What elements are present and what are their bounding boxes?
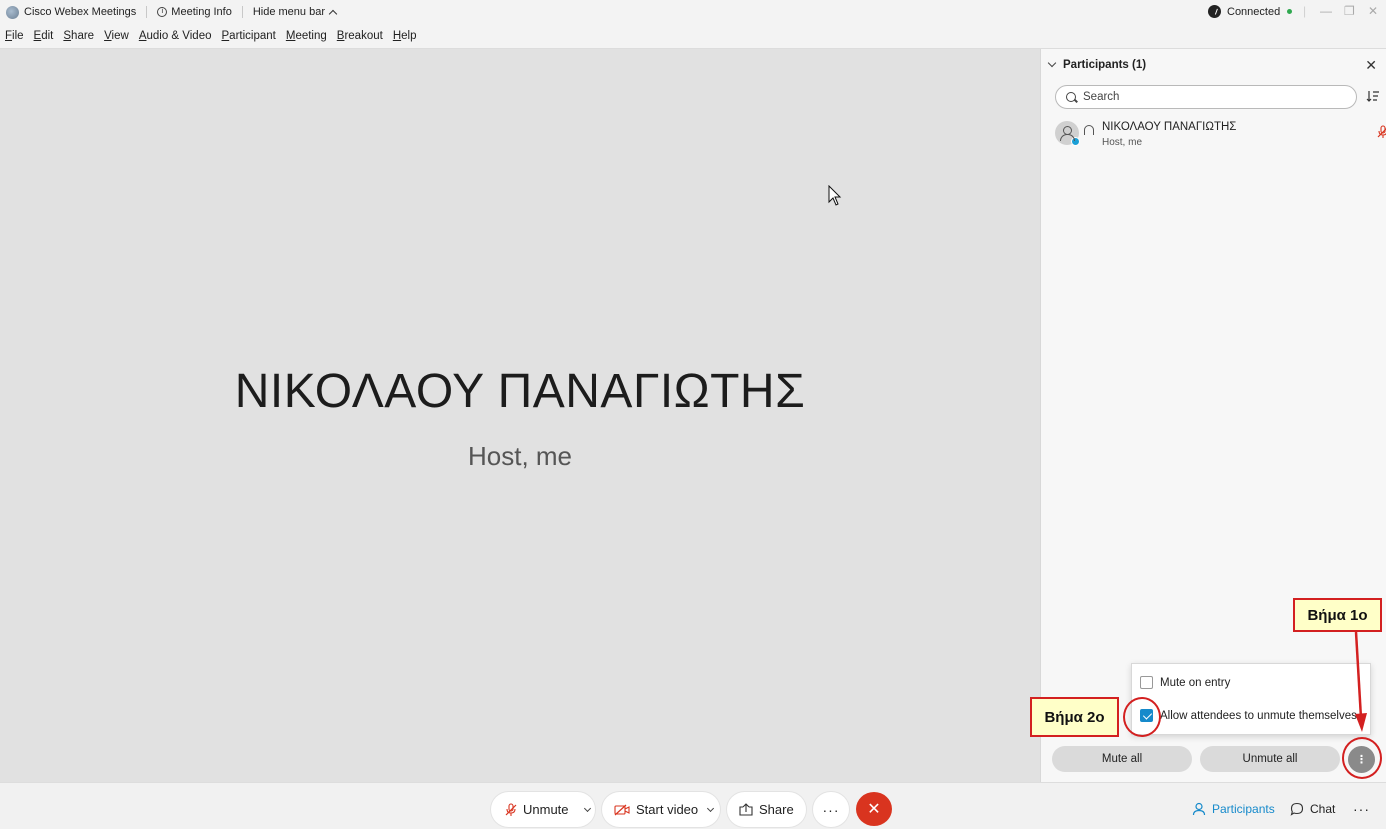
connection-status-label: Connected <box>1227 5 1281 18</box>
menu-participant[interactable]: Participant <box>222 30 276 42</box>
highlight-circle-step2 <box>1123 697 1161 737</box>
menu-file-accel: F <box>5 30 13 42</box>
connection-dot-icon <box>1287 9 1293 14</box>
chevron-up-icon <box>328 9 338 18</box>
meeting-info-button[interactable]: i Meeting Info <box>157 6 232 18</box>
participants-toolbar-button[interactable]: Participants <box>1192 794 1275 824</box>
chat-button[interactable]: Chat <box>1290 794 1335 824</box>
menu-view-label: iew <box>111 30 129 42</box>
menu-bar: File Edit Share View Audio & Video Parti… <box>0 24 1386 49</box>
menu-file-label: ile <box>12 30 24 42</box>
video-stage[interactable]: ΝΙΚΟΛΑΟΥ ΠΑΝΑΓΙΩΤΗΣ Host, me <box>0 49 1040 782</box>
mute-on-entry-option[interactable]: Mute on entry <box>1140 676 1230 689</box>
muted-microphone-icon <box>505 802 517 816</box>
callout-step1: Βήμα 1ο <box>1293 598 1382 632</box>
title-separator <box>241 6 243 18</box>
unmute-all-button[interactable]: Unmute all <box>1200 746 1340 772</box>
share-icon <box>739 803 753 816</box>
mute-all-button[interactable]: Mute all <box>1052 746 1192 772</box>
menu-meeting-label: eeting <box>295 30 327 42</box>
close-icon: ✕ <box>867 801 881 818</box>
participants-icon <box>1192 802 1206 816</box>
connection-icon <box>1208 5 1221 18</box>
menu-help[interactable]: Help <box>393 30 417 42</box>
connection-status[interactable]: Connected <box>1208 5 1293 18</box>
info-icon: i <box>157 7 168 17</box>
mute-on-entry-label: Mute on entry <box>1160 676 1231 689</box>
chat-label: Chat <box>1310 802 1336 816</box>
unmute-button[interactable]: Unmute <box>491 792 595 827</box>
more-toolbar-button[interactable]: ··· <box>813 792 849 827</box>
more-icon: ··· <box>1353 801 1370 817</box>
hide-menu-bar-button[interactable]: Hide menu bar <box>252 6 338 18</box>
menu-view-accel: V <box>104 30 112 42</box>
minimize-icon[interactable]: — <box>1320 4 1332 18</box>
menu-audio-video-label: udio & Video <box>146 30 212 42</box>
participant-search[interactable] <box>1055 85 1357 109</box>
menu-share[interactable]: Share <box>63 30 94 42</box>
participant-options-popover: Mute on entry Allow attendees to unmute … <box>1131 663 1371 735</box>
participant-row[interactable]: ΝΙΚΟΛΑΟΥ ΠΑΝΑΓΙΩΤΗΣ Host, me <box>1055 119 1386 151</box>
chevron-down-icon <box>1047 58 1057 68</box>
callout-step2: Βήμα 2ο <box>1030 697 1119 737</box>
close-window-icon[interactable]: ✕ <box>1368 4 1378 18</box>
start-video-button[interactable]: Start video <box>602 792 720 827</box>
share-button[interactable]: Share <box>727 792 806 827</box>
menu-view[interactable]: View <box>104 30 129 42</box>
participants-panel-title: Participants (1) <box>1063 59 1147 71</box>
menu-edit-label: dit <box>41 30 54 42</box>
menu-meeting[interactable]: Meeting <box>286 30 327 42</box>
search-input[interactable] <box>1083 91 1343 103</box>
headset-icon <box>1084 125 1094 135</box>
more-right-button[interactable]: ··· <box>1353 794 1370 824</box>
title-separator: | <box>1303 4 1307 18</box>
participant-name: ΝΙΚΟΛΑΟΥ ΠΑΝΑΓΙΩΤΗΣ <box>1102 121 1237 133</box>
search-icon <box>1066 92 1076 102</box>
participants-toolbar-label: Participants <box>1212 802 1275 816</box>
title-bar: Cisco Webex Meetings i Meeting Info Hide… <box>0 0 1386 24</box>
menu-share-accel: S <box>63 30 72 42</box>
maximize-icon[interactable]: ❐ <box>1344 4 1355 18</box>
sort-icon[interactable] <box>1366 89 1380 103</box>
menu-breakout-label: reakout <box>344 30 383 42</box>
menu-meeting-accel: M <box>285 30 296 42</box>
chat-icon <box>1290 802 1304 816</box>
more-icon: ··· <box>822 801 840 818</box>
chevron-down-icon[interactable] <box>583 804 591 812</box>
menu-edit[interactable]: Edit <box>34 30 54 42</box>
highlight-circle-step1 <box>1342 737 1382 779</box>
mouse-cursor-icon <box>828 185 842 206</box>
menu-breakout[interactable]: Breakout <box>337 30 383 42</box>
app-title: Cisco Webex Meetings <box>24 6 137 18</box>
stage-participant-name: ΝΙΚΟΛΑΟΥ ΠΑΝΑΓΙΩΤΗΣ <box>234 365 806 418</box>
unmute-label: Unmute <box>523 802 569 817</box>
start-video-label: Start video <box>636 802 699 817</box>
webex-logo-icon <box>6 5 19 19</box>
end-meeting-button[interactable]: ✕ <box>856 792 892 826</box>
menu-help-accel: H <box>392 30 402 42</box>
menu-share-label: hare <box>71 30 95 42</box>
video-off-icon <box>614 804 630 815</box>
menu-file[interactable]: File <box>5 30 24 42</box>
menu-help-label: elp <box>401 30 417 42</box>
status-badge-icon <box>1071 137 1080 146</box>
participant-role: Host, me <box>1102 137 1143 148</box>
chevron-down-icon[interactable] <box>707 804 715 812</box>
allow-unmute-label: Allow attendees to unmute themselves <box>1160 709 1357 722</box>
menu-audio-video[interactable]: Audio & Video <box>139 30 212 42</box>
mute-on-entry-checkbox[interactable] <box>1140 676 1153 689</box>
share-label: Share <box>759 802 794 817</box>
title-separator <box>146 6 148 18</box>
menu-participant-label: articipant <box>229 30 276 42</box>
avatar <box>1055 121 1080 146</box>
close-icon[interactable]: ✕ <box>1365 57 1377 74</box>
hide-menu-bar-label: Hide menu bar <box>252 6 325 18</box>
meeting-info-label: Meeting Info <box>171 6 232 18</box>
muted-microphone-icon[interactable] <box>1377 125 1386 139</box>
allow-unmute-option[interactable]: Allow attendees to unmute themselves <box>1140 709 1357 722</box>
stage-participant-role: Host, me <box>467 441 573 471</box>
participants-panel-header[interactable]: Participants (1) <box>1047 58 1147 71</box>
